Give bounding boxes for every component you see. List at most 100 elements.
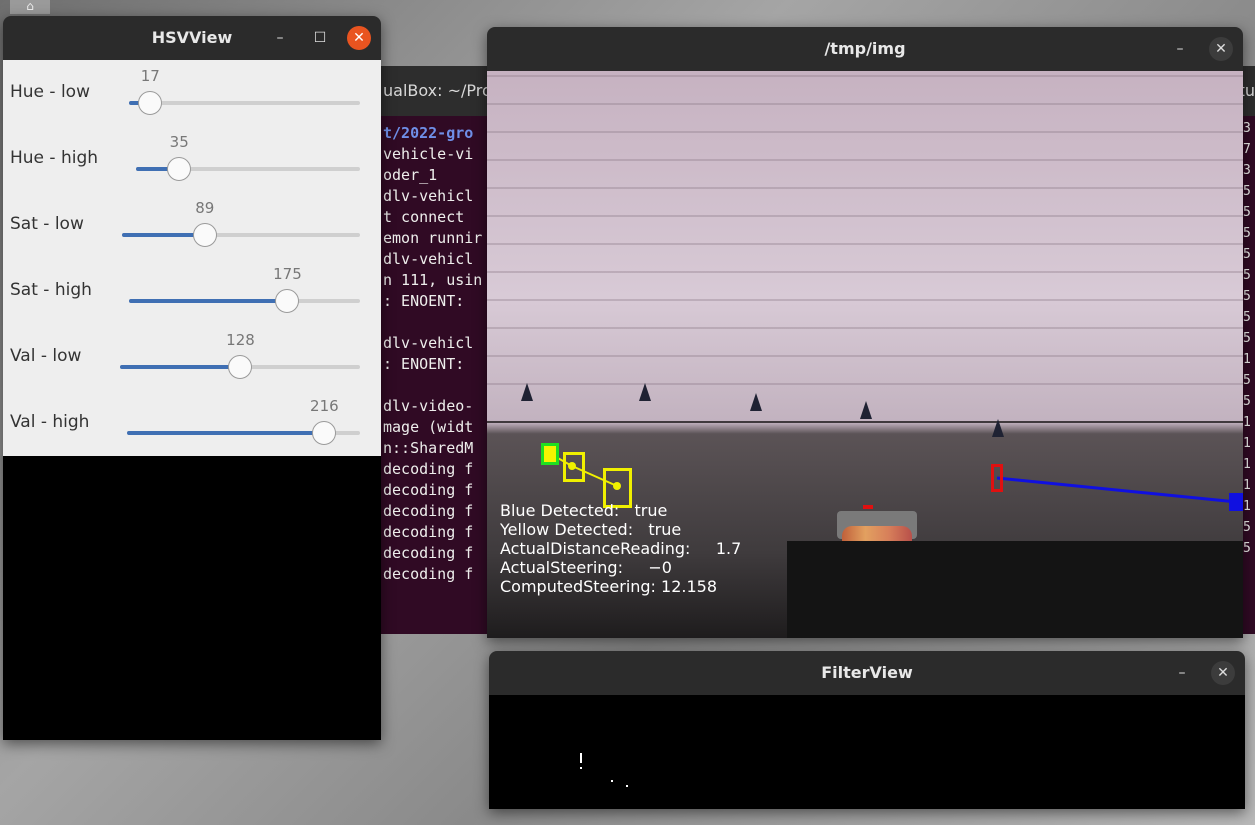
slider-fill <box>120 365 241 369</box>
terminal-line: decoding f <box>383 481 474 499</box>
slider-row: Val - low 128 <box>3 324 381 390</box>
slider-row: Sat - high 175 <box>3 258 381 324</box>
terminal-right-char: 1 <box>1243 415 1251 430</box>
terminal-right-char: 1 <box>1243 436 1251 451</box>
overlay-line: ComputedSteering: 12.158 <box>500 577 718 596</box>
terminal-right-char: 1 <box>1243 478 1251 493</box>
terminal-right-column: 3 7 3 5 5 5 5 5 5 5 5 1 5 5 1 1 1 1 1 5 5 <box>1243 116 1255 634</box>
hsv-titlebar[interactable]: HSVView – ☐ ✕ <box>3 16 381 60</box>
terminal-line: mage (widt <box>383 418 474 436</box>
terminal-right-char: 5 <box>1243 226 1251 241</box>
terminal-line: decoding f <box>383 565 474 583</box>
terminal-line: decoding f <box>383 460 474 478</box>
close-icon[interactable]: ✕ <box>347 26 371 50</box>
terminal-line: n 111, usin <box>383 271 483 289</box>
home-folder-icon[interactable]: ⌂ <box>10 0 50 14</box>
terminal-right-char: 5 <box>1243 205 1251 220</box>
terminal-line: emon runnir <box>383 229 483 247</box>
maximize-icon[interactable]: ☐ <box>308 26 332 50</box>
img-window[interactable]: /tmp/img – ✕ Blue Detected: true Yellow D… <box>487 27 1243 638</box>
terminal-line: oder_1 <box>383 166 438 184</box>
slider-value: 35 <box>169 133 189 151</box>
filter-speck <box>580 767 582 769</box>
filter-title: FilterView <box>821 663 913 682</box>
slider-knob[interactable] <box>312 421 337 445</box>
slider-track[interactable] <box>129 289 360 313</box>
terminal-right-char: 5 <box>1243 289 1251 304</box>
hsv-black-area <box>3 456 381 740</box>
terminal-right-char: 5 <box>1243 310 1251 325</box>
terminal-right-char: 1 <box>1243 457 1251 472</box>
terminal-right-char: 5 <box>1243 331 1251 346</box>
img-titlebar[interactable]: /tmp/img – ✕ <box>487 27 1243 71</box>
blue-link-line <box>996 476 1238 504</box>
slider-fill <box>129 299 288 303</box>
terminal-line: t connect <box>383 208 465 226</box>
slider-knob[interactable] <box>192 223 217 247</box>
filter-image <box>489 695 1245 809</box>
minimize-icon[interactable]: – <box>268 26 292 50</box>
slider-value: 216 <box>310 397 339 415</box>
terminal-right-char: 5 <box>1243 520 1251 535</box>
terminal-line: n::SharedM <box>383 439 474 457</box>
slider-knob[interactable] <box>275 289 300 313</box>
slider-value: 175 <box>273 265 302 283</box>
red-detection-box <box>991 464 1003 492</box>
terminal-right-char: 5 <box>1243 373 1251 388</box>
close-icon[interactable]: ✕ <box>1209 37 1233 61</box>
slider-label: Hue - low <box>10 82 90 102</box>
hsv-view-window[interactable]: HSVView – ☐ ✕ Hue - low 17 Hue - high 35 Sat… <box>3 16 381 740</box>
minimize-icon[interactable]: – <box>1170 661 1194 685</box>
terminal-line: dlv-video- <box>383 397 474 415</box>
slider-label: Sat - low <box>10 214 84 234</box>
filter-view-window[interactable]: FilterView – ✕ <box>489 651 1245 809</box>
slider-track[interactable] <box>122 223 360 247</box>
slider-knob[interactable] <box>228 355 253 379</box>
terminal-right-char: 5 <box>1243 268 1251 283</box>
slider-fill <box>127 431 325 435</box>
overlay-line: Yellow Detected: true <box>500 520 682 539</box>
slider-panel: Hue - low 17 Hue - high 35 Sat - low 89 Sat - … <box>3 60 381 456</box>
green-detection-box <box>541 443 559 465</box>
telemetry-overlay: Blue Detected: true Yellow Detected: true… <box>500 501 741 596</box>
terminal-line: : ENOENT: <box>383 355 465 373</box>
slider-value: 17 <box>140 67 160 85</box>
red-center-marker <box>863 505 873 509</box>
slider-track[interactable] <box>127 421 360 445</box>
slider-track[interactable] <box>129 91 360 115</box>
slider-label: Sat - high <box>10 280 92 300</box>
terminal-right-char: 7 <box>1243 142 1251 157</box>
yellow-detection-box <box>563 452 585 482</box>
close-icon[interactable]: ✕ <box>1211 661 1235 685</box>
minimize-icon[interactable]: – <box>1168 37 1192 61</box>
terminal-line: t/2022-gro <box>383 124 474 142</box>
terminal-line: vehicle-vi <box>383 145 474 163</box>
terminal-line: dlv-vehicl <box>383 334 474 352</box>
blue-detection-box <box>1229 493 1243 511</box>
camera-image: Blue Detected: true Yellow Detected: true… <box>487 71 1243 638</box>
slider-row: Sat - low 89 <box>3 192 381 258</box>
slider-track[interactable] <box>120 355 360 379</box>
terminal-line: : ENOENT: <box>383 292 465 310</box>
slider-row: Val - high 216 <box>3 390 381 456</box>
terminal-right-char: 5 <box>1243 541 1251 556</box>
terminal-line: dlv-vehicl <box>383 250 474 268</box>
filter-speck <box>626 785 628 787</box>
slider-knob[interactable] <box>138 91 163 115</box>
slider-label: Val - high <box>10 412 90 432</box>
filter-titlebar[interactable]: FilterView – ✕ <box>489 651 1245 695</box>
slider-label: Val - low <box>10 346 82 366</box>
terminal-right-char: 5 <box>1243 247 1251 262</box>
terminal-right-char: 3 <box>1243 163 1251 178</box>
slider-label: Hue - high <box>10 148 99 168</box>
slider-row: Hue - high 35 <box>3 126 381 192</box>
terminal-line: decoding f <box>383 544 474 562</box>
terminal-line: dlv-vehicl <box>383 187 474 205</box>
img-title: /tmp/img <box>824 39 906 58</box>
overlay-line: ActualSteering: −0 <box>500 558 672 577</box>
terminal-title: ualBox: ~/Pro <box>383 81 492 100</box>
slider-knob[interactable] <box>167 157 192 181</box>
slider-track[interactable] <box>136 157 360 181</box>
overlay-line: ActualDistanceReading: 1.7 <box>500 539 742 558</box>
filter-speck <box>611 780 613 782</box>
